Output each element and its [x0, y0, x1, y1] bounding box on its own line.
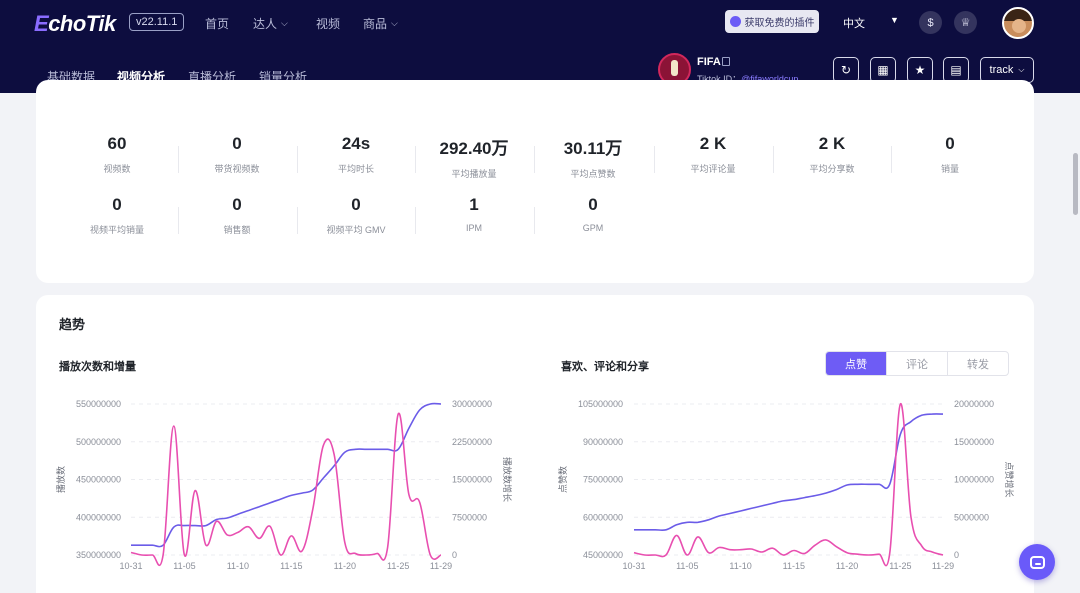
y-axis-title: 点赞数	[557, 466, 568, 493]
y-tick-label: 60000000	[583, 512, 623, 522]
x-tick-label: 11-05	[676, 561, 698, 571]
increment-line	[633, 403, 944, 567]
y2-tick-label: 20000000	[954, 399, 994, 409]
scrollbar-thumb[interactable]	[1073, 153, 1078, 215]
y-tick-label: 45000000	[583, 550, 623, 560]
y2-tick-label: 0	[954, 550, 959, 560]
y2-axis-title: 点赞增长	[1004, 461, 1015, 497]
x-tick-label: 10-31	[622, 561, 645, 571]
x-tick-label: 11-15	[783, 561, 805, 571]
likes-chart: 45000000 60000000 75000000 90000000 10500000…	[557, 399, 1015, 571]
y-tick-label: 75000000	[583, 475, 623, 485]
y-tick-label: 105000000	[578, 399, 623, 409]
y2-tick-label: 10000000	[954, 475, 994, 485]
x-tick-label: 11-10	[729, 561, 751, 571]
chat-icon	[1029, 555, 1045, 569]
y2-tick-label: 15000000	[954, 437, 994, 447]
y-tick-label: 90000000	[583, 437, 623, 447]
x-tick-label: 11-29	[932, 561, 954, 571]
y2-tick-label: 5000000	[954, 512, 989, 522]
x-tick-label: 11-25	[889, 561, 911, 571]
scrollbar[interactable]	[1070, 93, 1080, 593]
x-tick-label: 11-20	[836, 561, 858, 571]
chat-support-button[interactable]	[1019, 544, 1055, 580]
